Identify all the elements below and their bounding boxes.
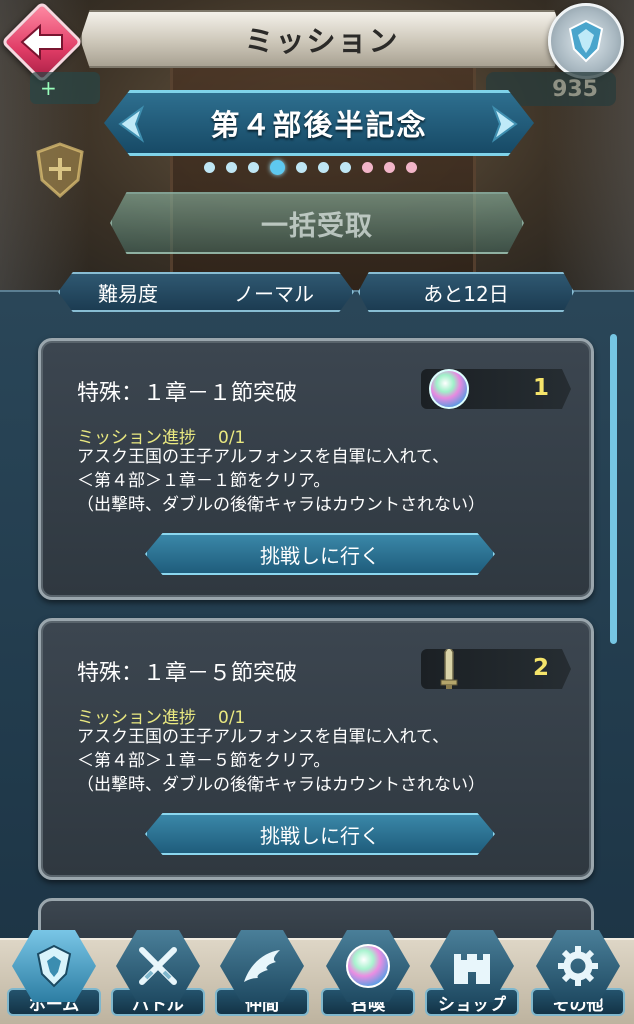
description-line: アスク王国の王子アルフォンスを自軍に入れて、 (77, 727, 450, 747)
days-remaining-text: あと12日 (423, 281, 509, 306)
arrow-left-icon (20, 23, 63, 61)
difficulty-selector[interactable]: 難易度 ノーマル (58, 272, 354, 312)
nav-shop[interactable]: ショップ (420, 930, 524, 1024)
challenge-button[interactable]: 挑戦しに行く (145, 813, 495, 855)
event-title: 第４部後半記念 (210, 108, 428, 142)
shield-plus-icon (36, 142, 84, 199)
page-title-bar: ミッション (80, 10, 564, 68)
stat-right-value: 935 (552, 76, 598, 102)
page-dot[interactable] (384, 162, 395, 173)
nav-battle[interactable]: バトル (106, 930, 210, 1024)
page-dot-active[interactable] (270, 160, 285, 175)
reward-count: 1 (532, 375, 549, 401)
page-dot[interactable] (296, 162, 307, 173)
mission-title: 特殊：１章－１節突破 (77, 381, 298, 406)
mission-description: アスク王国の王子アルフォンスを自軍に入れて、 ＜第４部＞１章－５節をクリア。 （… (77, 725, 577, 797)
description-line: アスク王国の王子アルフォンスを自軍に入れて、 (77, 447, 450, 467)
page-dot[interactable] (406, 162, 417, 173)
description-line: ＜第４部＞１章－５節をクリア。 (77, 751, 331, 771)
page-indicator (204, 160, 417, 175)
mission-card: 特殊：１章－５節突破 2 ミッション進捗 0/1 アスク王国の王子アルフォンスを自… (38, 618, 594, 880)
nav-allies[interactable]: 仲間 (210, 930, 314, 1024)
stat-left: + (30, 72, 100, 104)
mission-card: 特殊：１章－１節突破 1 ミッション進捗 0/1 アスク王国の王子アルフォンスを自… (38, 338, 594, 600)
nav-summon[interactable]: 召喚 (316, 930, 420, 1024)
back-button[interactable] (0, 0, 84, 84)
emblem-ring (548, 3, 624, 79)
challenge-button[interactable]: 挑戦しに行く (145, 533, 495, 575)
nav-other[interactable]: その他 (526, 930, 630, 1024)
nav-home[interactable]: ホーム (2, 930, 106, 1024)
page-dot[interactable] (362, 162, 373, 173)
stat-left-value: + (40, 76, 57, 100)
claim-all-label: 一括受取 (261, 210, 373, 242)
page-dot[interactable] (340, 162, 351, 173)
description-line: ＜第４部＞１章－１節をクリア。 (77, 471, 331, 491)
reward-box: 1 (421, 369, 571, 409)
sword-token-icon (421, 649, 477, 689)
mission-title: 特殊：１章－５節突破 (77, 661, 298, 686)
emblem-button[interactable] (540, 0, 632, 82)
days-remaining: あと12日 (358, 272, 574, 312)
page-title: ミッション (244, 24, 400, 58)
page-dot[interactable] (248, 162, 259, 173)
claim-all-button[interactable]: 一括受取 (110, 192, 524, 254)
difficulty-label: 難易度 (98, 281, 158, 306)
scrollbar[interactable] (610, 334, 617, 644)
event-banner[interactable]: 第４部後半記念 (104, 90, 534, 156)
bottom-nav: ホーム バトル 仲間 召喚 ショップ その他 (0, 930, 634, 1024)
difficulty-value: ノーマル (234, 281, 314, 306)
reward-box: 2 (421, 649, 571, 689)
chevron-left-icon[interactable] (112, 104, 158, 144)
page-dot[interactable] (318, 162, 329, 173)
askr-crest-icon (568, 19, 604, 63)
reward-count: 2 (532, 655, 549, 681)
description-line: （出撃時、ダブルの後衛キャラはカウントされない） (77, 495, 485, 515)
page-dot[interactable] (226, 162, 237, 173)
description-line: （出撃時、ダブルの後衛キャラはカウントされない） (77, 775, 485, 795)
page-dot[interactable] (204, 162, 215, 173)
crest-badge (30, 138, 90, 202)
orb-icon (421, 369, 477, 409)
chevron-right-icon[interactable] (478, 104, 524, 144)
mission-description: アスク王国の王子アルフォンスを自軍に入れて、 ＜第４部＞１章－１節をクリア。 （… (77, 445, 577, 517)
